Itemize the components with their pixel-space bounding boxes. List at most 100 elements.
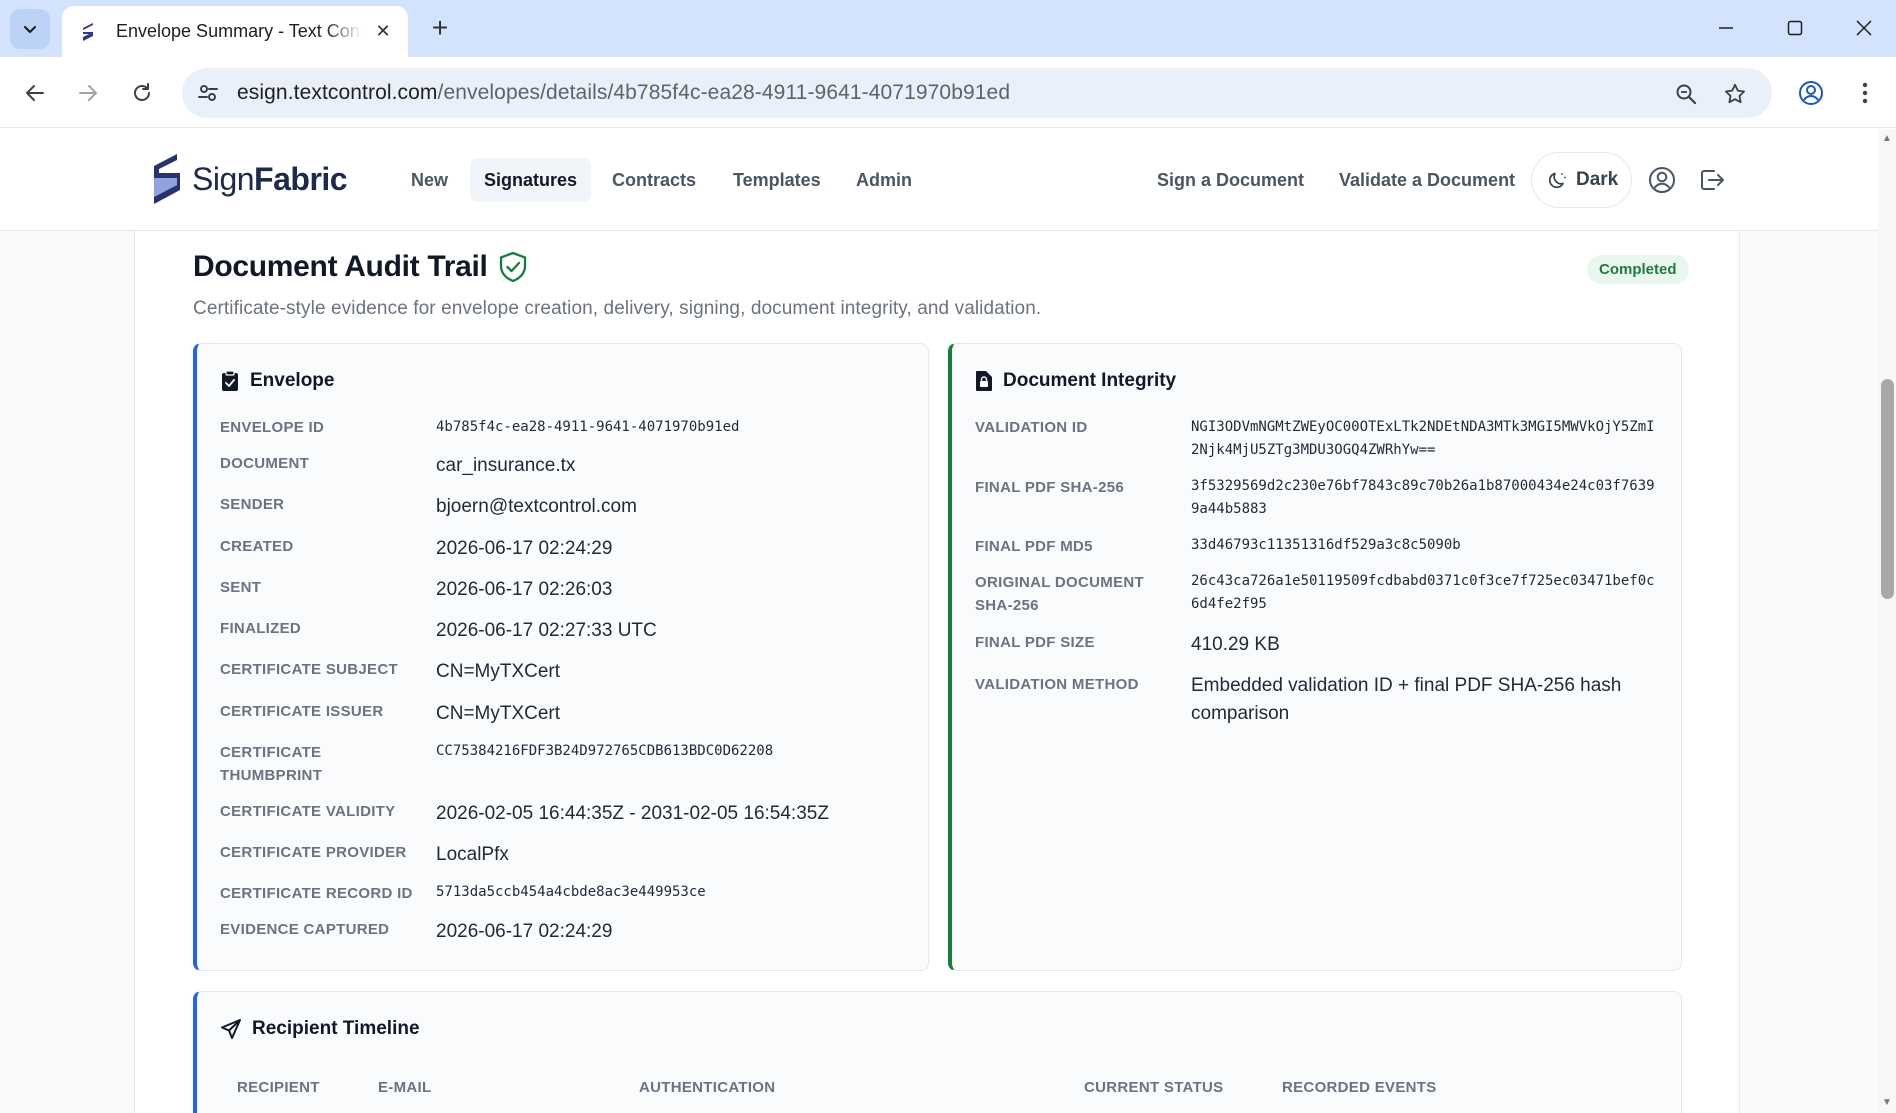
envelope-panel-title: Envelope bbox=[220, 370, 334, 392]
minimize-icon bbox=[1719, 27, 1733, 29]
certificate-provider-label: CERTIFICATE PROVIDER bbox=[220, 844, 407, 861]
certificate-issuer-label: CERTIFICATE ISSUER bbox=[220, 703, 384, 720]
tab-title: Envelope Summary - Text Control bbox=[116, 21, 362, 41]
created-label: CREATED bbox=[220, 538, 294, 555]
site-info-icon[interactable] bbox=[196, 81, 220, 105]
file-lock-icon bbox=[976, 371, 992, 391]
certificate-subject-label: CERTIFICATE SUBJECT bbox=[220, 661, 398, 678]
zoom-icon bbox=[1676, 84, 1697, 105]
evidence-captured-value: 2026-06-17 02:24:29 bbox=[436, 921, 613, 942]
bookmark-button[interactable] bbox=[1721, 80, 1749, 108]
finalized-label: FINALIZED bbox=[220, 620, 302, 637]
moon-icon bbox=[1548, 172, 1566, 189]
envelope-id-value: 4b785f4c-ea28-4911-9641-4071970b91ed bbox=[436, 419, 740, 435]
status-badge: Completed bbox=[1587, 255, 1689, 284]
close-window-button[interactable] bbox=[1844, 10, 1884, 46]
certificate-record-id-label: CERTIFICATE RECORD ID bbox=[220, 885, 413, 902]
certificate-issuer-value: CN=MyTXCert bbox=[436, 703, 561, 724]
final-pdf-sha256-label: FINAL PDF SHA-256 bbox=[975, 479, 1125, 496]
tab-search-button[interactable] bbox=[10, 9, 50, 49]
profile-icon bbox=[1799, 81, 1823, 105]
shield-check-icon bbox=[499, 251, 526, 283]
logout-button[interactable] bbox=[1696, 164, 1728, 196]
back-button[interactable] bbox=[15, 73, 55, 113]
final-pdf-size-value: 410.29 KB bbox=[1191, 634, 1280, 655]
certificate-validity-label: CERTIFICATE VALIDITY bbox=[220, 803, 396, 820]
close-tab-icon[interactable]: ✕ bbox=[370, 19, 396, 45]
page-scrollbar[interactable] bbox=[1878, 129, 1896, 1113]
clipboard-icon bbox=[222, 370, 238, 391]
nav-admin[interactable]: Admin bbox=[842, 158, 926, 202]
signfabric-logo-icon bbox=[154, 154, 180, 204]
final-pdf-size-label: FINAL PDF SIZE bbox=[975, 634, 1095, 651]
validation-method-value: Embedded validation ID + final PDF SHA-2… bbox=[1191, 675, 1622, 724]
send-icon bbox=[221, 1019, 241, 1039]
profile-button[interactable] bbox=[1791, 73, 1831, 113]
logo-text: SignFabric bbox=[192, 160, 348, 197]
url-text: esign.textcontrol.com/envelopes/details/… bbox=[237, 81, 1011, 104]
forward-button[interactable] bbox=[68, 73, 108, 113]
browser-tab[interactable]: Envelope Summary - Text Control ✕ bbox=[62, 6, 408, 57]
column-header-current-status[interactable]: CURRENT STATUS bbox=[1084, 1079, 1223, 1096]
validation-method-label: VALIDATION METHOD bbox=[975, 676, 1139, 693]
sender-label: SENDER bbox=[220, 496, 285, 513]
certificate-subject-value: CN=MyTXCert bbox=[436, 661, 561, 682]
nav-templates[interactable]: Templates bbox=[719, 158, 835, 202]
final-pdf-sha256-value: 3f5329569d2c230e76bf7843c89c70b26a1b8700… bbox=[1191, 478, 1655, 517]
chevron-down-icon bbox=[23, 25, 37, 34]
sent-label: SENT bbox=[220, 579, 262, 596]
sign-document-link[interactable]: Sign a Document bbox=[1157, 158, 1304, 202]
account-button[interactable] bbox=[1646, 164, 1678, 196]
nav-new[interactable]: New bbox=[397, 158, 462, 202]
new-tab-button[interactable]: + bbox=[424, 12, 456, 44]
scrollbar-thumb[interactable] bbox=[1881, 379, 1894, 599]
certificate-validity-value: 2026-02-05 16:44:35Z - 2031-02-05 16:54:… bbox=[436, 803, 829, 824]
final-pdf-md5-value: 33d46793c11351316df529a3c8c5090b bbox=[1191, 537, 1461, 553]
maximize-button[interactable] bbox=[1775, 10, 1815, 46]
maximize-icon bbox=[1787, 20, 1803, 36]
finalized-value: 2026-06-17 02:27:33 UTC bbox=[436, 620, 657, 641]
created-value: 2026-06-17 02:24:29 bbox=[436, 538, 613, 559]
app-header: SignFabric New Signatures Contracts Temp… bbox=[0, 129, 1878, 231]
envelope-id-label: ENVELOPE ID bbox=[220, 419, 325, 436]
original-document-sha256-label: ORIGINAL DOCUMENT SHA-256 bbox=[975, 574, 1144, 614]
signfabric-logo[interactable]: SignFabric bbox=[150, 153, 348, 205]
dark-mode-toggle[interactable]: Dark bbox=[1531, 152, 1632, 208]
zoom-button[interactable] bbox=[1672, 80, 1700, 108]
page-title: Document Audit Trail bbox=[193, 250, 528, 284]
sender-value: bjoern@textcontrol.com bbox=[436, 496, 637, 517]
browser-titlebar: Envelope Summary - Text Control ✕ + bbox=[0, 0, 1896, 57]
validation-id-label: VALIDATION ID bbox=[975, 419, 1088, 436]
document-label: DOCUMENT bbox=[220, 455, 310, 472]
nav-contracts[interactable]: Contracts bbox=[598, 158, 710, 202]
browser-menu-button[interactable] bbox=[1845, 73, 1885, 113]
signfabric-favicon-icon bbox=[83, 22, 93, 41]
close-icon bbox=[1856, 20, 1872, 36]
minimize-button[interactable] bbox=[1706, 10, 1746, 46]
final-pdf-md5-label: FINAL PDF MD5 bbox=[975, 538, 1093, 555]
star-icon bbox=[1725, 83, 1745, 104]
column-header-recipient[interactable]: RECIPIENT bbox=[237, 1079, 320, 1096]
original-document-sha256-value: 26c43ca726a1e50119509fcdbabd0371c0f3ce7f… bbox=[1191, 573, 1655, 612]
address-bar[interactable]: esign.textcontrol.com/envelopes/details/… bbox=[182, 68, 1772, 118]
nav-signatures[interactable]: Signatures bbox=[470, 158, 592, 202]
certificate-thumbprint-label: CERTIFICATE THUMBPRINT bbox=[220, 744, 323, 784]
certificate-thumbprint-value: CC75384216FDF3B24D972765CDB613BDC0D62208 bbox=[436, 743, 774, 759]
arrow-left-icon bbox=[26, 85, 44, 101]
user-circle-icon bbox=[1649, 167, 1675, 193]
reload-button[interactable] bbox=[122, 73, 162, 113]
reload-icon bbox=[134, 83, 150, 101]
page-subtitle: Certificate-style evidence for envelope … bbox=[193, 298, 1042, 319]
scroll-up-arrow-icon[interactable]: ▲ bbox=[1880, 133, 1894, 145]
arrow-right-icon bbox=[79, 85, 97, 101]
scroll-down-arrow-icon[interactable]: ▼ bbox=[1880, 1097, 1894, 1109]
column-header-authentication[interactable]: AUTHENTICATION bbox=[639, 1079, 775, 1096]
validate-document-link[interactable]: Validate a Document bbox=[1339, 158, 1515, 202]
column-header-recorded-events[interactable]: RECORDED EVENTS bbox=[1282, 1079, 1437, 1096]
certificate-record-id-value: 5713da5ccb454a4cbde8ac3e449953ce bbox=[436, 884, 706, 900]
certificate-provider-value: LocalPfx bbox=[436, 844, 509, 865]
column-header-email[interactable]: E-MAIL bbox=[378, 1079, 431, 1096]
logout-icon bbox=[1701, 170, 1724, 190]
recipient-timeline-panel-title: Recipient Timeline bbox=[220, 1018, 420, 1040]
dark-mode-label: Dark bbox=[1576, 169, 1619, 190]
